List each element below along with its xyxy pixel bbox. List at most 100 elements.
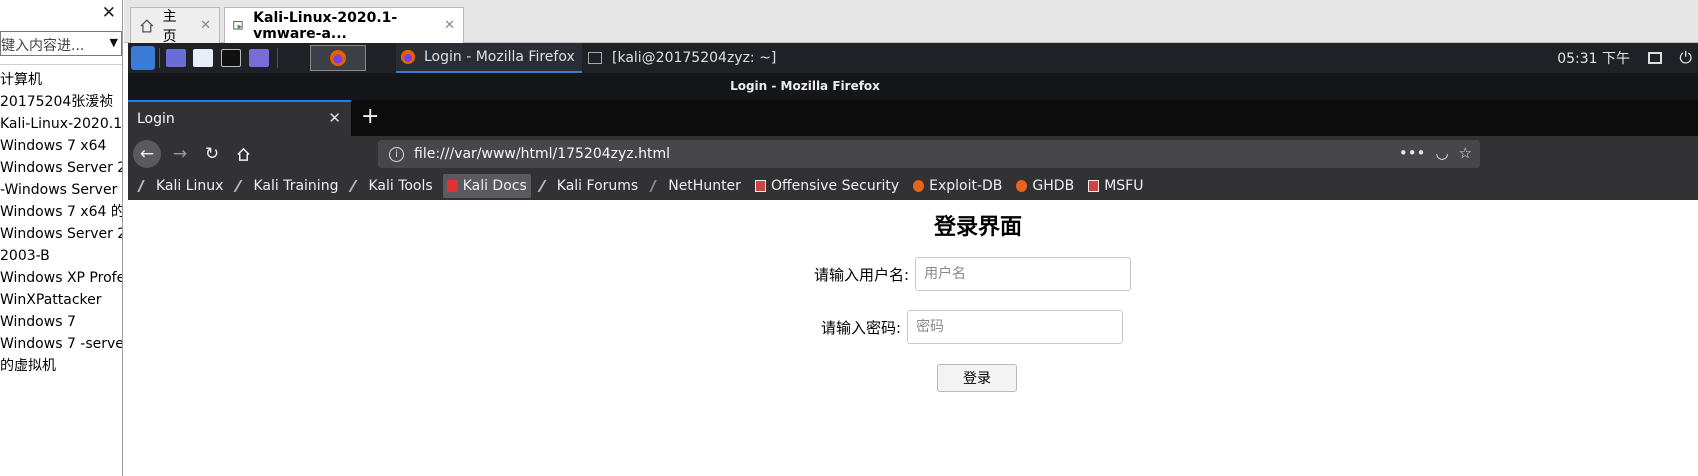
- library-search-input[interactable]: 键入内容进...: [0, 31, 122, 56]
- forward-button[interactable]: →: [166, 140, 194, 168]
- bookmark-ghdb[interactable]: GHDB: [1012, 174, 1078, 198]
- firefox-nav-bar: ← → ↻ i file:///var/www/html/175204zyz.h…: [128, 136, 1698, 172]
- bookmark-label: Offensive Security: [770, 178, 900, 194]
- tab-kali-vm[interactable]: Kali-Linux-2020.1-vmware-a... ✕: [224, 7, 464, 43]
- bookmark-kali-linux[interactable]: Kali Linux: [136, 174, 227, 198]
- tab-login-label: Login: [137, 111, 175, 127]
- ghdb-icon: [1016, 180, 1028, 192]
- terminal-icon: [588, 52, 602, 64]
- firefox-tab-strip: Login ✕ +: [128, 100, 1698, 136]
- kali-dragon-icon: [137, 180, 154, 192]
- tab-home-label: 主页: [162, 8, 177, 45]
- username-label: 请输入用户名:: [814, 265, 910, 284]
- bookmark-nethunter[interactable]: NetHunter: [648, 174, 745, 198]
- home-icon: [140, 18, 154, 33]
- library-item[interactable]: 的虚拟机: [0, 355, 122, 377]
- star-icon[interactable]: ☆: [1459, 144, 1472, 162]
- info-icon[interactable]: i: [389, 146, 404, 162]
- bookmark-msfu[interactable]: MSFU: [1084, 174, 1147, 198]
- password-label: 请输入密码:: [821, 318, 902, 337]
- bookmark-kali-forums[interactable]: Kali Forums: [537, 174, 642, 198]
- taskbar-terminal[interactable]: [kali@20175204zyz: ~]: [584, 43, 784, 73]
- firefox-icon: [400, 49, 416, 65]
- library-item[interactable]: Windows 7 -server: [0, 333, 122, 355]
- taskbar-firefox-label: Login - Mozilla Firefox: [424, 49, 575, 65]
- bookmark-label: Kali Docs: [462, 178, 527, 194]
- arrow-left-icon: ←: [139, 144, 155, 164]
- close-icon[interactable]: ✕: [328, 109, 341, 127]
- taskbar-terminal-label: [kali@20175204zyz: ~]: [612, 50, 777, 66]
- home-icon: [236, 147, 250, 161]
- library-item[interactable]: Kali-Linux-2020.1-v: [0, 113, 122, 135]
- home-button[interactable]: [229, 140, 257, 168]
- library-item[interactable]: Windows 7: [0, 311, 122, 333]
- more-icon[interactable]: •••: [1399, 144, 1426, 162]
- taskbar-firefox[interactable]: Login - Mozilla Firefox: [396, 43, 582, 73]
- bookmark-label: GHDB: [1032, 178, 1075, 194]
- kali-dragon-icon: [537, 180, 556, 192]
- bookmark-label: NetHunter: [668, 178, 741, 194]
- nethunter-icon: [649, 180, 667, 192]
- new-tab-button[interactable]: +: [361, 105, 379, 129]
- vm-icon: [233, 20, 243, 29]
- file-manager-icon[interactable]: [193, 49, 213, 67]
- username-input[interactable]: [915, 257, 1132, 291]
- arrow-right-icon: →: [172, 144, 188, 164]
- url-bar[interactable]: i file:///var/www/html/175204zyz.html ••…: [378, 140, 1480, 168]
- library-header: ✕: [0, 0, 122, 30]
- password-row: 请输入密码:: [821, 310, 1124, 344]
- back-button[interactable]: ←: [133, 140, 161, 168]
- bookmark-exploit-db[interactable]: Exploit-DB: [909, 174, 1006, 198]
- firefox-titlebar: Login - Mozilla Firefox: [128, 73, 1698, 100]
- web-page-content: 登录界面 请输入用户名: 请输入密码: 登录: [128, 200, 1698, 476]
- kali-dragon-icon: [234, 180, 252, 192]
- library-item[interactable]: Windows XP Profe: [0, 267, 122, 289]
- password-input[interactable]: [907, 310, 1124, 344]
- close-icon[interactable]: ✕: [200, 18, 211, 33]
- library-vm-list: 计算机 20175204张湲祯 Kali-Linux-2020.1-v Wind…: [0, 69, 122, 377]
- library-item[interactable]: WinXPattacker: [0, 289, 122, 311]
- screenshot-icon[interactable]: [249, 49, 269, 67]
- terminal-icon[interactable]: [221, 49, 241, 67]
- login-button[interactable]: 登录: [937, 364, 1017, 392]
- kali-docs-icon: [446, 180, 458, 192]
- library-item[interactable]: Windows Server 20: [0, 157, 122, 179]
- bookmark-offensive-security[interactable]: Offensive Security: [751, 174, 903, 198]
- reload-button[interactable]: ↻: [198, 140, 226, 168]
- library-item[interactable]: 计算机: [0, 69, 122, 91]
- kali-dragon-icon: [348, 180, 367, 192]
- library-item[interactable]: Windows Server 20: [0, 223, 122, 245]
- close-icon[interactable]: ✕: [444, 18, 455, 33]
- power-icon[interactable]: ⏻: [1679, 43, 1692, 73]
- page-title: 登录界面: [933, 215, 1022, 240]
- reload-icon: ↻: [204, 144, 220, 164]
- offsec-icon: [1088, 180, 1100, 192]
- bookmark-label: MSFU: [1104, 178, 1144, 194]
- library-divider: [0, 64, 122, 65]
- library-close-icon[interactable]: ✕: [102, 3, 116, 23]
- kali-menu-icon[interactable]: [131, 46, 155, 70]
- tab-kali-vm-label: Kali-Linux-2020.1-vmware-a...: [253, 9, 398, 42]
- firefox-launcher[interactable]: [310, 45, 366, 71]
- bookmark-label: Kali Tools: [368, 178, 433, 194]
- library-item[interactable]: 2003-B: [0, 245, 122, 267]
- library-item[interactable]: 20175204张湲祯: [0, 91, 122, 113]
- display-icon[interactable]: [1648, 52, 1662, 64]
- library-item[interactable]: -Windows Server: [0, 179, 122, 201]
- library-item[interactable]: Windows 7 x64: [0, 135, 122, 157]
- tab-login[interactable]: Login ✕: [128, 100, 351, 136]
- bookmark-label: Kali Linux: [156, 178, 224, 194]
- bookmark-kali-docs[interactable]: Kali Docs: [442, 174, 531, 198]
- panel-clock[interactable]: 05:31 下午: [1557, 43, 1630, 73]
- chevron-down-icon[interactable]: ▼: [110, 36, 118, 49]
- kali-top-panel: Login - Mozilla Firefox [kali@20175204zy…: [128, 43, 1698, 73]
- library-item[interactable]: Windows 7 x64 的克: [0, 201, 122, 223]
- url-text[interactable]: file:///var/www/html/175204zyz.html: [414, 146, 670, 162]
- pocket-icon[interactable]: ◡: [1435, 144, 1448, 162]
- bookmark-kali-training[interactable]: Kali Training: [233, 174, 342, 198]
- tab-home[interactable]: 主页 ✕: [130, 7, 220, 45]
- bookmark-kali-tools[interactable]: Kali Tools: [348, 174, 436, 198]
- workspace-icon[interactable]: [166, 49, 186, 67]
- vm-tab-bar: 主页 ✕ Kali-Linux-2020.1-vmware-a... ✕: [124, 0, 1698, 45]
- firefox-icon: [330, 50, 346, 66]
